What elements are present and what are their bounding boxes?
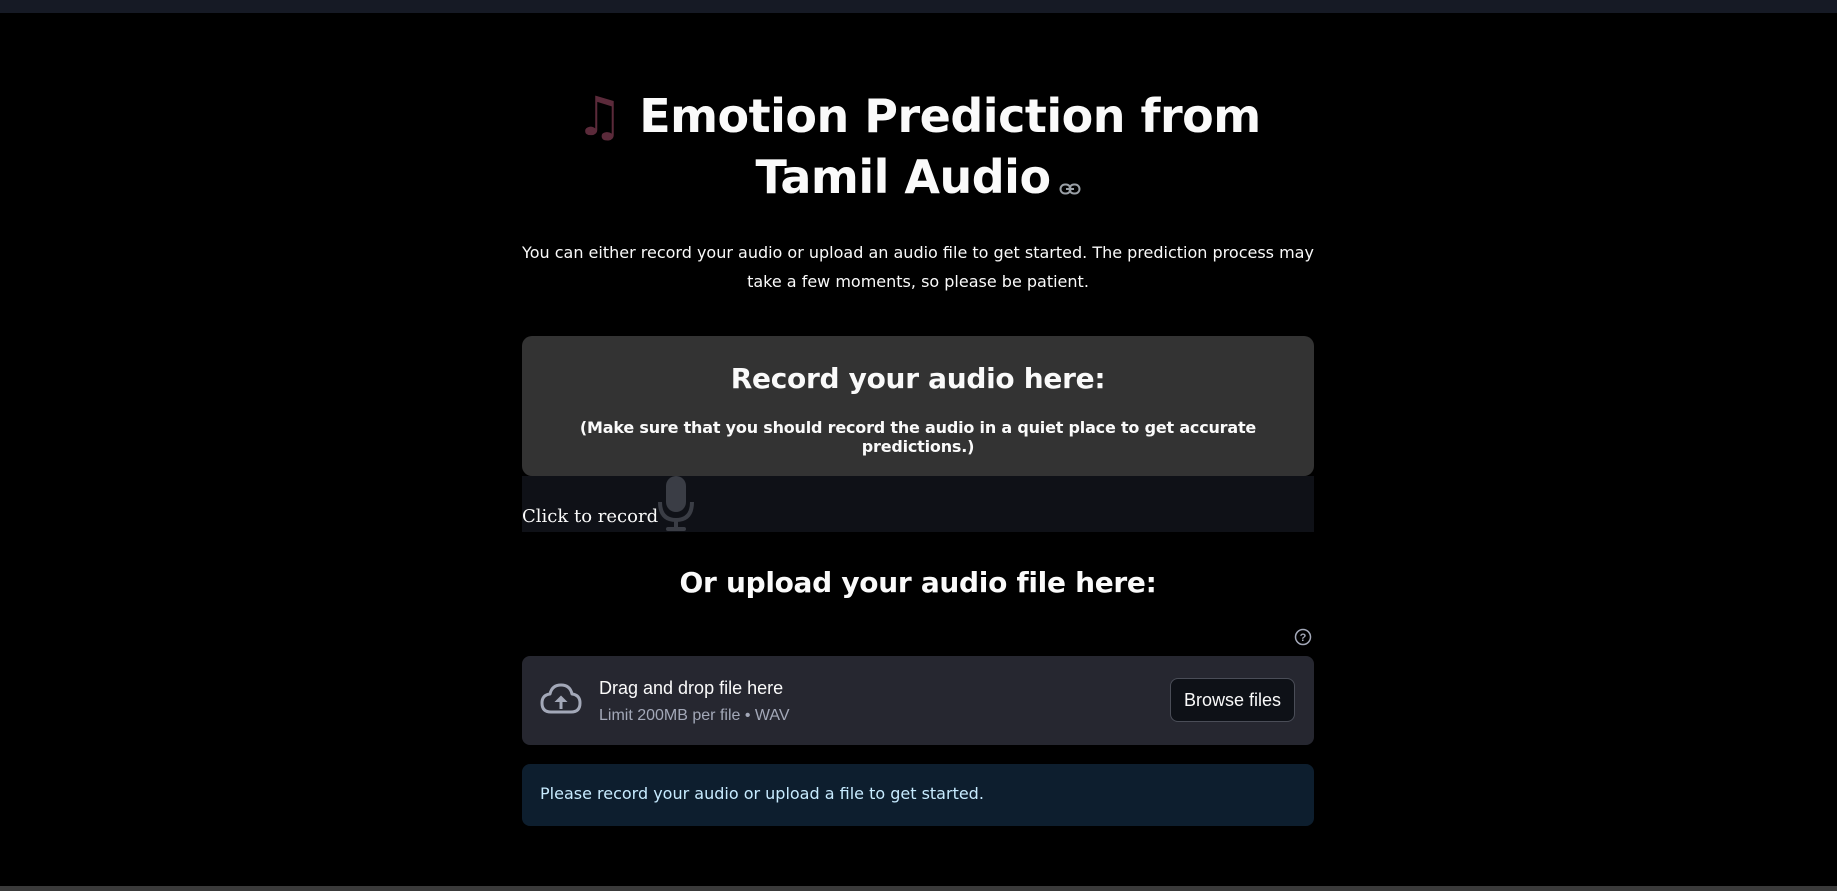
link-icon[interactable] (1059, 150, 1081, 211)
page-title: ♫ Emotion Prediction from Tamil Audio (522, 86, 1314, 211)
record-note: (Make sure that you should record the au… (579, 418, 1257, 456)
record-section: Record your audio here: (Make sure that … (522, 336, 1314, 476)
cloud-upload-icon (540, 682, 582, 720)
info-message: Please record your audio or upload a fil… (540, 784, 984, 803)
file-dropzone[interactable]: Drag and drop file here Limit 200MB per … (522, 656, 1314, 745)
page-title-text: Emotion Prediction from Tamil Audio (639, 89, 1261, 204)
click-to-record-label[interactable]: Click to record (522, 506, 658, 527)
file-limit-text: Limit 200MB per file • WAV (599, 707, 790, 724)
top-bar (0, 0, 1837, 13)
help-icon[interactable]: ? (1294, 628, 1312, 650)
upload-heading: Or upload your audio file here: (679, 566, 1157, 599)
svg-text:?: ? (1300, 632, 1307, 644)
drag-drop-text: Drag and drop file here (599, 678, 784, 698)
info-alert: Please record your audio or upload a fil… (522, 764, 1314, 826)
audio-recorder: Click to record (522, 476, 1314, 532)
browse-files-button[interactable]: Browse files (1170, 678, 1295, 722)
record-heading: Record your audio here: (730, 362, 1106, 395)
microphone-icon[interactable] (656, 476, 696, 536)
music-note-icon: ♫ (575, 85, 624, 148)
intro-text: You can either record your audio or uplo… (522, 243, 1314, 291)
bottom-bar (0, 886, 1837, 891)
